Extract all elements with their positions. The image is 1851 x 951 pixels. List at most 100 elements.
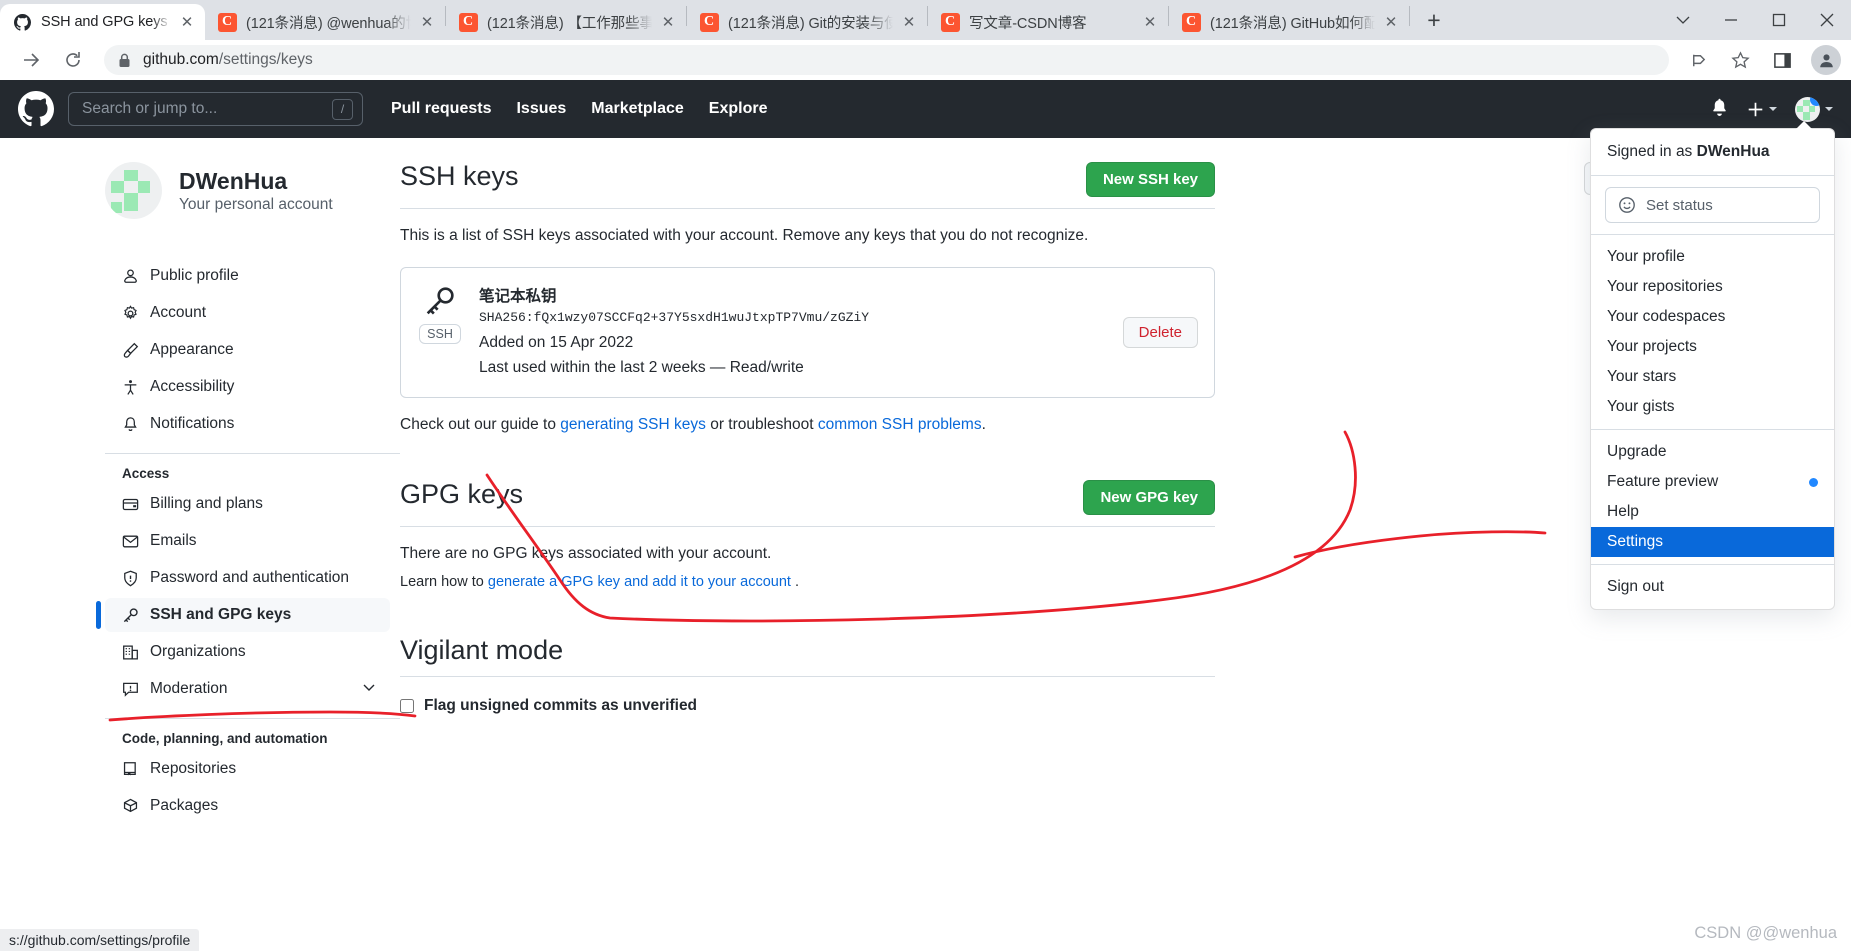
generate-gpg-key-link[interactable]: generate a GPG key and add it to your ac…	[488, 574, 791, 590]
package-icon	[123, 798, 138, 812]
watermark: CSDN @@wenhua	[1694, 924, 1837, 942]
menu-item-your-profile[interactable]: Your profile	[1591, 242, 1834, 272]
ssh-key-name: 笔记本私钥	[479, 288, 557, 305]
sidebar-item-appearance[interactable]: Appearance	[105, 333, 390, 367]
status-badge: SSH	[419, 324, 461, 344]
sidebar-item-account[interactable]: Account	[105, 296, 390, 330]
tab-search-chevron-down-icon[interactable]	[1659, 0, 1707, 40]
menu-item-sign-out[interactable]: Sign out	[1591, 572, 1834, 602]
csdn-icon: C	[1181, 12, 1201, 32]
tab-title: (121条消息) GitHub如何配	[1210, 15, 1375, 32]
lock-icon	[118, 53, 131, 68]
vigilant-checkbox-row[interactable]: Flag unsigned commits as unverified	[400, 697, 1215, 715]
divider	[400, 525, 1215, 527]
sidebar-item-label: Public profile	[150, 267, 239, 284]
sidebar-item-label: Notifications	[150, 415, 235, 432]
close-icon[interactable]: ✕	[1138, 10, 1162, 34]
tab-title: (121条消息) @wenhua的博	[246, 15, 411, 32]
guide-prefix: Check out our guide to	[400, 415, 561, 433]
sidebar-item-moderation[interactable]: Moderation	[105, 672, 390, 706]
menu-item-upgrade[interactable]: Upgrade	[1591, 437, 1834, 467]
share-icon[interactable]	[1681, 43, 1715, 77]
ssh-key-last-used: Last used within the last 2 weeks — Read…	[479, 358, 804, 376]
sidebar-profile[interactable]: DWenHua Your personal account	[105, 162, 400, 219]
chevron-down-icon	[1769, 107, 1777, 111]
browser-tab[interactable]: C (121条消息) 【工作那些事 ✕	[446, 4, 686, 40]
set-status-button[interactable]: Set status	[1605, 187, 1820, 223]
address-bar[interactable]: github.com/settings/keys	[104, 45, 1669, 75]
browser-tab[interactable]: C (121条消息) GitHub如何配 ✕	[1169, 4, 1409, 40]
delete-key-button[interactable]: Delete	[1122, 316, 1198, 348]
menu-item-your-codespaces[interactable]: Your codespaces	[1591, 302, 1834, 332]
menu-item-your-projects[interactable]: Your projects	[1591, 332, 1834, 362]
browser-tab[interactable]: C (121条消息) Git的安装与使 ✕	[687, 4, 927, 40]
browser-tab-active[interactable]: SSH and GPG keys ✕	[0, 4, 205, 40]
generating-ssh-keys-link[interactable]: generating SSH keys	[560, 416, 706, 433]
github-mark-icon[interactable]	[18, 91, 54, 127]
close-icon[interactable]: ✕	[1379, 10, 1403, 34]
vigilant-section-title: Vigilant mode	[400, 634, 564, 665]
mail-icon	[122, 535, 139, 547]
menu-item-settings[interactable]: Settings	[1591, 527, 1834, 557]
sidebar-item-label: Repositories	[150, 760, 237, 777]
bookmark-star-icon[interactable]	[1723, 43, 1757, 77]
close-icon[interactable]: ✕	[175, 10, 199, 34]
nav-marketplace[interactable]: Marketplace	[591, 100, 684, 118]
sidebar-item-billing-and-plans[interactable]: Billing and plans	[105, 487, 390, 521]
close-icon[interactable]: ✕	[656, 10, 680, 34]
nav-pull-requests[interactable]: Pull requests	[391, 100, 491, 118]
sidebar-item-public-profile[interactable]: Public profile	[105, 259, 390, 293]
url-text: github.com/settings/keys	[143, 51, 313, 69]
close-icon[interactable]: ✕	[897, 10, 921, 34]
profile-avatar-icon[interactable]	[1811, 45, 1841, 75]
menu-item-feature-preview[interactable]: Feature preview	[1591, 467, 1834, 497]
set-status-label: Set status	[1646, 196, 1713, 214]
close-window-icon[interactable]	[1803, 0, 1851, 40]
chevron-down-icon[interactable]	[362, 680, 376, 699]
menu-item-your-stars[interactable]: Your stars	[1591, 362, 1834, 392]
common-ssh-problems-link[interactable]: common SSH problems	[818, 416, 982, 433]
new-tab-button[interactable]: +	[1416, 2, 1452, 38]
sidebar-item-accessibility[interactable]: Accessibility	[105, 370, 390, 404]
sidebar-item-ssh-and-gpg-keys[interactable]: SSH and GPG keys	[96, 598, 390, 632]
new-gpg-key-button[interactable]: New GPG key	[1083, 479, 1215, 515]
vigilant-mode-header: Vigilant mode	[400, 634, 1215, 666]
close-icon[interactable]: ✕	[415, 10, 439, 34]
sidebar-item-organizations[interactable]: Organizations	[105, 635, 390, 669]
forward-arrow-icon[interactable]	[14, 43, 48, 77]
gpg-learn-text: Learn how to generate a GPG key and add …	[400, 574, 1215, 590]
tab-strip: SSH and GPG keys ✕ C (121条消息) @wenhua的博 …	[0, 0, 1851, 40]
flag-unsigned-commits-checkbox[interactable]	[400, 699, 414, 714]
status-bar: s://github.com/settings/profile	[0, 929, 200, 951]
browser-tab[interactable]: C 写文章-CSDN博客 ✕	[928, 4, 1168, 40]
side-panel-icon[interactable]	[1765, 43, 1799, 77]
minimize-icon[interactable]	[1707, 0, 1755, 40]
chevron-down-icon	[1825, 107, 1833, 111]
menu-item-your-gists[interactable]: Your gists	[1591, 392, 1834, 422]
user-menu-button[interactable]	[1795, 96, 1833, 122]
browser-tab[interactable]: C (121条消息) @wenhua的博 ✕	[205, 4, 445, 40]
nav-explore[interactable]: Explore	[709, 100, 768, 118]
menu-item-your-repositories[interactable]: Your repositories	[1591, 272, 1834, 302]
maximize-icon[interactable]	[1755, 0, 1803, 40]
create-new-menu[interactable]	[1747, 101, 1777, 118]
sidebar-item-packages[interactable]: Packages	[105, 789, 390, 823]
bell-icon[interactable]	[1710, 97, 1729, 121]
menu-item-help[interactable]: Help	[1591, 497, 1834, 527]
nav-issues[interactable]: Issues	[516, 100, 566, 118]
sidebar-item-repositories[interactable]: Repositories	[105, 752, 390, 786]
sidebar-group-code: Code, planning, and automation	[122, 731, 328, 746]
browser-window: SSH and GPG keys ✕ C (121条消息) @wenhua的博 …	[0, 0, 1851, 951]
search-input[interactable]: Search or jump to... /	[68, 92, 363, 126]
organization-icon	[123, 644, 138, 660]
ssh-keys-header: SSH keys New SSH key	[400, 161, 1215, 197]
new-ssh-key-button[interactable]: New SSH key	[1085, 162, 1215, 197]
account-subtitle: Your personal account	[179, 195, 333, 213]
sidebar-item-password-and-authentication[interactable]: Password and authentication	[105, 561, 390, 595]
sidebar-item-emails[interactable]: Emails	[105, 524, 390, 558]
sidebar-item-notifications[interactable]: Notifications	[105, 407, 390, 441]
reload-icon[interactable]	[56, 43, 90, 77]
divider	[400, 676, 1215, 678]
